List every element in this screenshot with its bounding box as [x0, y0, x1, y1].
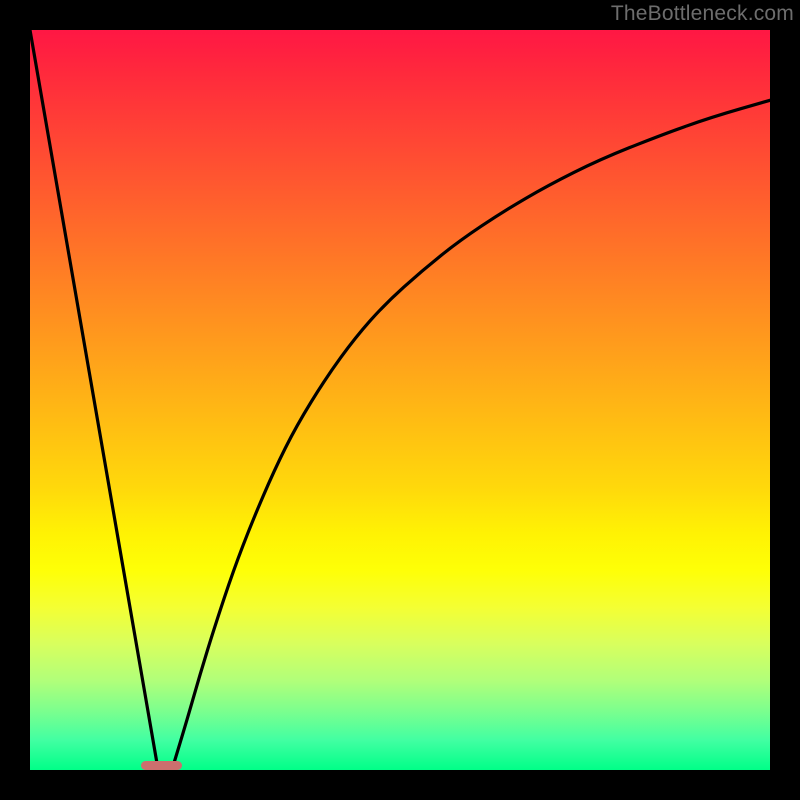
optimal-marker — [141, 761, 182, 770]
curve-right-branch — [172, 100, 770, 769]
plot-area — [30, 30, 770, 770]
watermark-text: TheBottleneck.com — [611, 2, 794, 26]
curve-left-branch — [30, 30, 158, 769]
bottleneck-curve — [30, 30, 770, 770]
chart-frame: TheBottleneck.com — [0, 0, 800, 800]
